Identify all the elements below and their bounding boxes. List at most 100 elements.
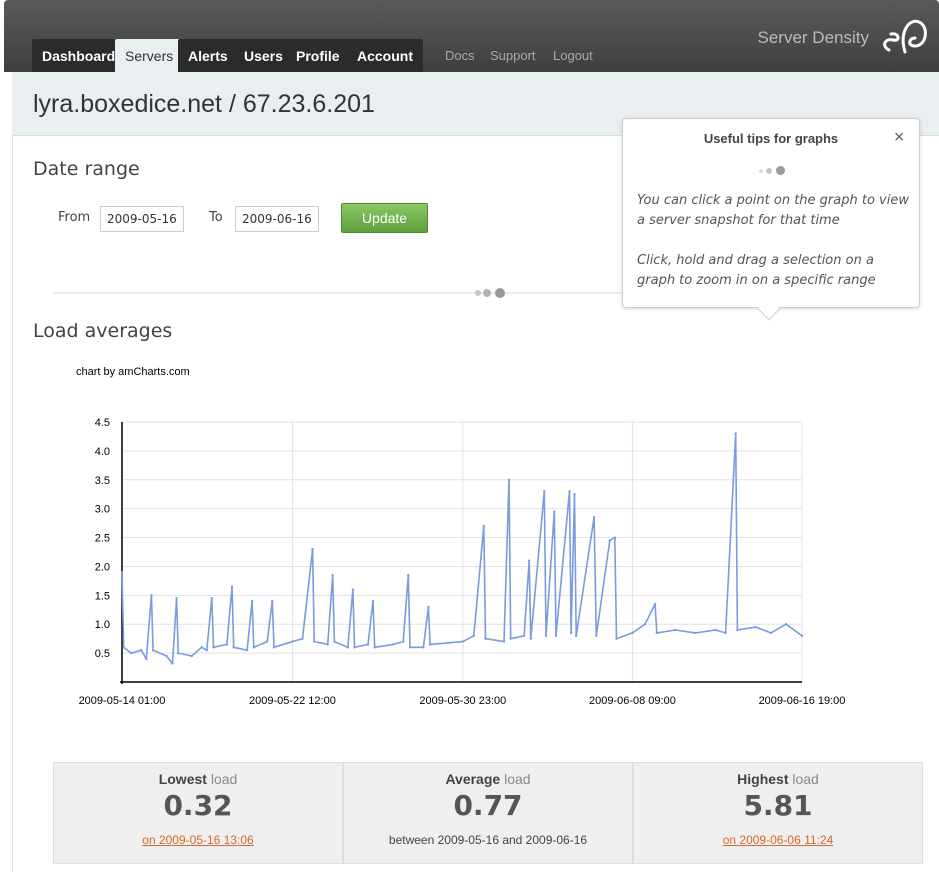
data-point[interactable] <box>200 646 203 649</box>
data-point[interactable] <box>502 640 506 643</box>
data-point[interactable] <box>574 634 578 637</box>
data-point[interactable] <box>422 646 425 649</box>
data-point[interactable] <box>608 539 611 542</box>
data-point[interactable] <box>554 634 558 637</box>
data-point[interactable] <box>569 631 573 635</box>
data-point[interactable] <box>353 646 356 649</box>
data-point[interactable] <box>674 628 677 632</box>
data-point[interactable] <box>734 432 737 435</box>
data-point[interactable] <box>615 637 618 640</box>
data-point[interactable] <box>427 605 430 609</box>
to-date-input[interactable] <box>235 206 319 232</box>
data-point[interactable] <box>544 634 548 637</box>
chart-credit[interactable]: chart by amCharts.com <box>76 366 190 378</box>
data-point[interactable] <box>643 623 647 626</box>
data-point[interactable] <box>346 646 350 649</box>
data-point[interactable] <box>175 597 178 600</box>
lowest-load-time-link[interactable]: on 2009-05-16 13:06 <box>142 833 253 847</box>
data-point[interactable] <box>266 640 269 643</box>
data-point[interactable] <box>784 623 788 626</box>
data-point[interactable] <box>507 478 511 481</box>
data-point[interactable] <box>140 649 143 652</box>
data-point[interactable] <box>165 654 168 658</box>
data-point[interactable] <box>190 654 193 658</box>
update-button[interactable]: Update <box>341 203 428 233</box>
data-point[interactable] <box>595 634 598 637</box>
data-point[interactable] <box>351 588 355 591</box>
data-point[interactable] <box>472 634 475 637</box>
data-point[interactable] <box>724 631 727 635</box>
data-point[interactable] <box>800 634 804 637</box>
data-point[interactable] <box>613 536 616 539</box>
data-point[interactable] <box>252 646 256 649</box>
tab-profile[interactable]: Profile <box>286 39 350 72</box>
data-point[interactable] <box>245 649 249 652</box>
data-point[interactable] <box>120 571 124 574</box>
tab-account[interactable]: Account <box>347 39 423 72</box>
data-point[interactable] <box>311 547 314 551</box>
data-point[interactable] <box>371 599 375 603</box>
data-point[interactable] <box>655 631 658 635</box>
tab-dashboard[interactable]: Dashboard <box>32 39 126 72</box>
data-point[interactable] <box>631 631 634 635</box>
link-support[interactable]: Support <box>480 39 546 72</box>
data-point[interactable] <box>754 625 758 629</box>
data-point[interactable] <box>484 637 487 640</box>
data-point[interactable] <box>527 559 531 562</box>
highest-load-time-link[interactable]: on 2009-06-06 11:24 <box>723 833 834 847</box>
data-point[interactable] <box>522 634 526 637</box>
server-density-logo-icon[interactable] <box>879 12 931 58</box>
data-point[interactable] <box>232 646 235 649</box>
data-point[interactable] <box>212 646 215 649</box>
data-point[interactable] <box>714 628 717 632</box>
tab-servers[interactable]: Servers <box>115 39 184 72</box>
data-point[interactable] <box>428 643 432 646</box>
data-point[interactable] <box>407 573 410 577</box>
data-point[interactable] <box>301 637 304 640</box>
data-point[interactable] <box>373 646 376 649</box>
close-icon[interactable]: × <box>893 129 905 145</box>
data-point[interactable] <box>769 631 773 635</box>
data-point[interactable] <box>736 628 739 632</box>
tab-users[interactable]: Users <box>234 39 293 72</box>
data-point[interactable] <box>291 640 294 643</box>
data-point[interactable] <box>230 585 234 588</box>
data-point[interactable] <box>145 657 148 661</box>
data-point[interactable] <box>694 631 697 635</box>
data-point[interactable] <box>529 637 533 640</box>
data-point[interactable] <box>333 640 336 643</box>
data-point[interactable] <box>272 646 276 649</box>
data-point[interactable] <box>408 646 412 649</box>
data-point[interactable] <box>177 651 180 655</box>
from-date-input[interactable] <box>100 206 184 232</box>
data-point[interactable] <box>509 637 512 640</box>
data-point[interactable] <box>391 643 395 646</box>
data-point[interactable] <box>122 646 125 649</box>
data-point[interactable] <box>331 573 334 577</box>
data-point[interactable] <box>461 640 465 643</box>
link-docs[interactable]: Docs <box>435 39 485 72</box>
data-point[interactable] <box>543 490 546 493</box>
data-point[interactable] <box>653 602 657 606</box>
data-point[interactable] <box>568 490 571 493</box>
data-point[interactable] <box>150 594 153 597</box>
data-point[interactable] <box>271 599 274 603</box>
data-point[interactable] <box>553 510 556 513</box>
data-point[interactable] <box>326 643 329 646</box>
data-point[interactable] <box>366 643 370 646</box>
data-point[interactable] <box>171 662 174 665</box>
load-average-chart[interactable]: 0.5 1.0 1.5 2.0 2.5 3.0 3.5 4.0 4.5 2009-05-14 01… <box>60 410 860 710</box>
data-point[interactable] <box>205 649 208 652</box>
data-point[interactable] <box>313 640 316 643</box>
link-logout[interactable]: Logout <box>543 39 603 72</box>
data-point[interactable] <box>402 640 405 643</box>
data-point[interactable] <box>225 643 229 646</box>
data-point[interactable] <box>482 524 486 528</box>
data-point[interactable] <box>210 597 214 600</box>
data-point[interactable] <box>250 599 254 603</box>
data-point[interactable] <box>151 649 155 652</box>
tab-alerts[interactable]: Alerts <box>178 39 238 72</box>
data-point[interactable] <box>573 493 576 496</box>
data-point[interactable] <box>592 516 596 519</box>
data-point[interactable] <box>130 651 133 655</box>
